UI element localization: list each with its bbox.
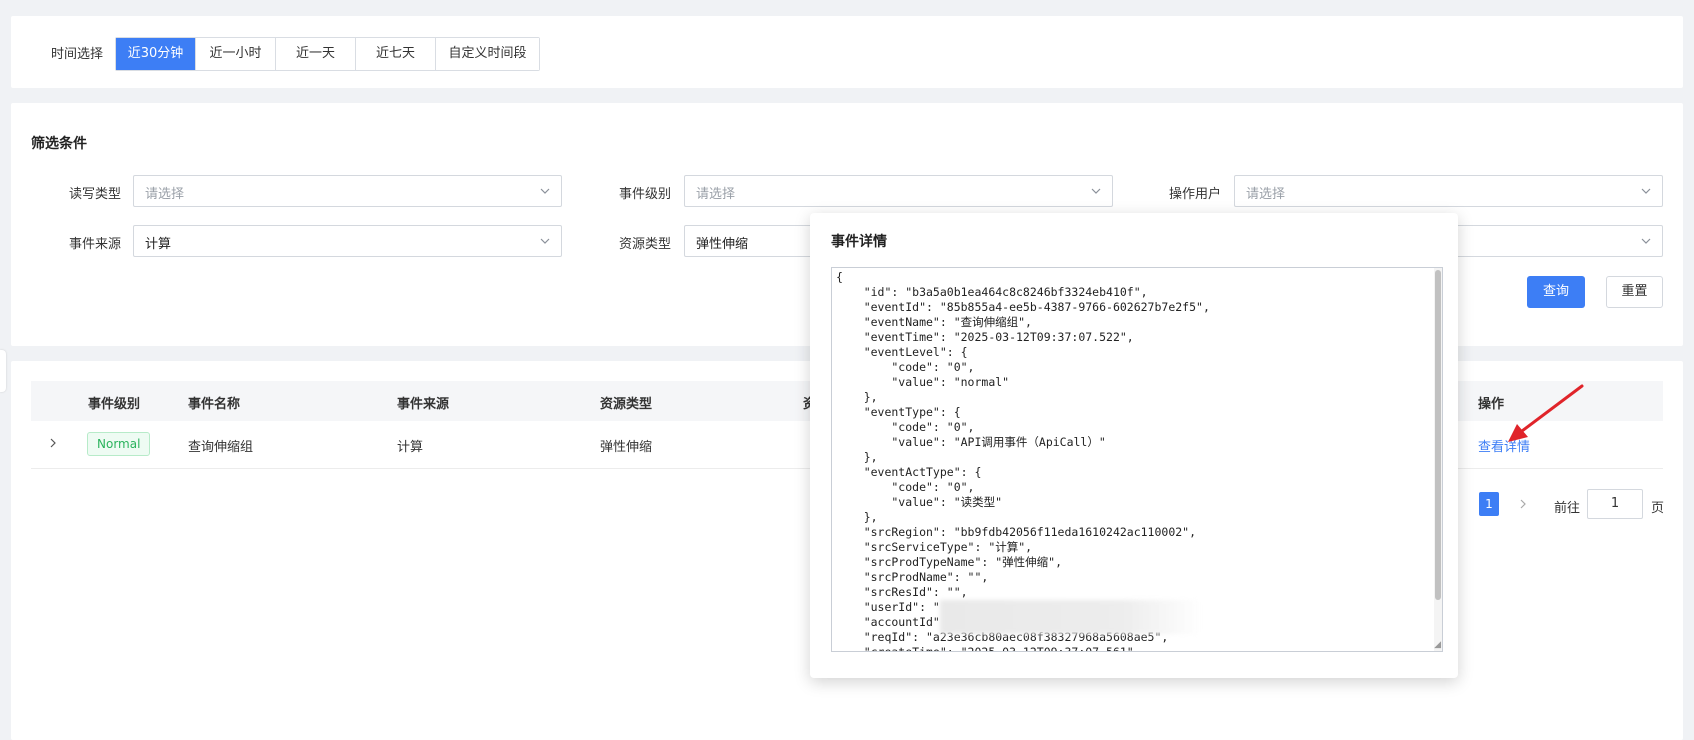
pagination-page-1[interactable]: 1 xyxy=(1479,492,1499,516)
event-level-label: 事件级别 xyxy=(618,187,671,202)
chevron-down-icon xyxy=(1641,238,1651,244)
reset-button[interactable]: 重置 xyxy=(1606,276,1663,308)
scrollbar-track[interactable] xyxy=(1434,268,1442,651)
event-detail-modal: 事件详情 { "id": "b3a5a0b1ea464c8c8246bf3324… xyxy=(810,213,1458,678)
header-event-source: 事件来源 xyxy=(397,397,450,412)
cell-event-source: 计算 xyxy=(397,440,424,455)
next-page-icon[interactable] xyxy=(1518,498,1528,510)
event-source-value: 计算 xyxy=(145,237,172,252)
event-level-select[interactable]: 请选择 xyxy=(684,175,1113,207)
rw-type-label: 读写类型 xyxy=(68,187,121,202)
rw-type-placeholder: 请选择 xyxy=(145,187,185,202)
chevron-down-icon xyxy=(1641,188,1651,194)
annotation-arrow-icon xyxy=(1508,384,1584,442)
time-range-label: 时间选择 xyxy=(51,47,104,62)
cell-event-name: 查询伸缩组 xyxy=(188,440,254,455)
chevron-down-icon xyxy=(1091,188,1101,194)
operator-placeholder: 请选择 xyxy=(1246,187,1286,202)
header-event-level: 事件级别 xyxy=(88,397,141,412)
chevron-down-icon xyxy=(540,238,550,244)
event-json-content: { "id": "b3a5a0b1ea464c8c8246bf3324eb410… xyxy=(836,270,1210,652)
event-source-select[interactable]: 计算 xyxy=(133,225,562,257)
time-option-7days[interactable]: 近七天 xyxy=(356,38,436,70)
redaction-blur xyxy=(940,600,1202,634)
rw-type-select[interactable]: 请选择 xyxy=(133,175,562,207)
time-range-selector: 近30分钟 近一小时 近一天 近七天 自定义时间段 xyxy=(115,37,540,71)
header-event-name: 事件名称 xyxy=(188,397,241,412)
chevron-down-icon xyxy=(540,188,550,194)
header-resource-type: 资源类型 xyxy=(600,397,653,412)
filter-section-title: 筛选条件 xyxy=(31,136,87,152)
side-collapse-handle[interactable] xyxy=(0,350,6,392)
time-option-1hour[interactable]: 近一小时 xyxy=(196,38,276,70)
goto-label: 前往 xyxy=(1554,501,1581,516)
operator-label: 操作用户 xyxy=(1168,187,1221,202)
time-option-30min[interactable]: 近30分钟 xyxy=(116,38,196,70)
operator-select[interactable]: 请选择 xyxy=(1234,175,1663,207)
chevron-right-icon[interactable] xyxy=(48,437,58,449)
scrollbar-thumb[interactable] xyxy=(1435,270,1441,600)
query-button[interactable]: 查询 xyxy=(1527,276,1585,308)
cell-resource-type: 弹性伸缩 xyxy=(600,440,653,455)
time-option-custom[interactable]: 自定义时间段 xyxy=(436,38,539,70)
resource-type-value: 弹性伸缩 xyxy=(696,237,749,252)
modal-title: 事件详情 xyxy=(831,234,887,250)
time-option-1day[interactable]: 近一天 xyxy=(276,38,356,70)
resize-grip-icon[interactable]: ◢ xyxy=(1434,641,1441,650)
event-json-textarea[interactable]: { "id": "b3a5a0b1ea464c8c8246bf3324eb410… xyxy=(831,267,1443,652)
goto-page-input[interactable]: 1 xyxy=(1587,489,1643,519)
resource-type-label: 资源类型 xyxy=(618,237,671,252)
event-source-label: 事件来源 xyxy=(68,237,121,252)
page-suffix: 页 xyxy=(1651,501,1665,516)
status-badge: Normal xyxy=(87,432,151,456)
event-level-placeholder: 请选择 xyxy=(696,187,736,202)
time-range-card: 时间选择 近30分钟 近一小时 近一天 近七天 自定义时间段 xyxy=(11,16,1683,88)
